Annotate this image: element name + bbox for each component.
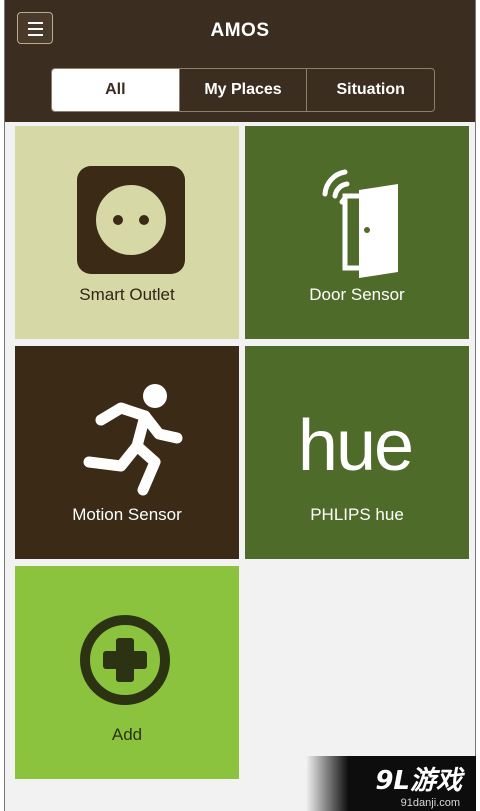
door-sensor-icon	[322, 169, 398, 278]
tab-my-places[interactable]: My Places	[178, 69, 307, 111]
app-header: AMOS All My Places Situation	[5, 0, 475, 122]
running-person-icon	[83, 384, 183, 496]
watermark-url: 91danji.com	[400, 797, 460, 809]
tile-label: PHLIPS hue	[310, 505, 404, 524]
tile-door-sensor[interactable]: Door Sensor	[245, 126, 469, 339]
tile-label: Door Sensor	[309, 285, 405, 304]
plus-circle-icon	[80, 615, 170, 705]
app-title: AMOS	[210, 20, 270, 41]
watermark-main: 9L游戏	[375, 766, 462, 796]
category-tabs: All My Places Situation	[51, 68, 435, 112]
tab-situation[interactable]: Situation	[306, 69, 434, 111]
tile-label: Motion Sensor	[72, 505, 182, 524]
power-outlet-icon	[77, 166, 185, 274]
hue-logo-icon: hue	[298, 406, 414, 486]
watermark-logo: 9L游戏 91danji.com	[306, 756, 476, 811]
tab-all[interactable]: All	[52, 69, 179, 111]
tile-philips-hue[interactable]: hue PHLIPS hue	[245, 346, 469, 559]
tile-label: Smart Outlet	[79, 285, 175, 304]
tile-motion-sensor[interactable]: Motion Sensor	[15, 346, 239, 559]
svg-text:hue: hue	[298, 406, 412, 486]
tile-smart-outlet[interactable]: Smart Outlet	[15, 126, 239, 339]
tile-label: Add	[111, 725, 143, 744]
app-frame: AMOS All My Places Situation Smart Outle…	[4, 0, 476, 811]
tile-add[interactable]: Add	[15, 566, 239, 779]
